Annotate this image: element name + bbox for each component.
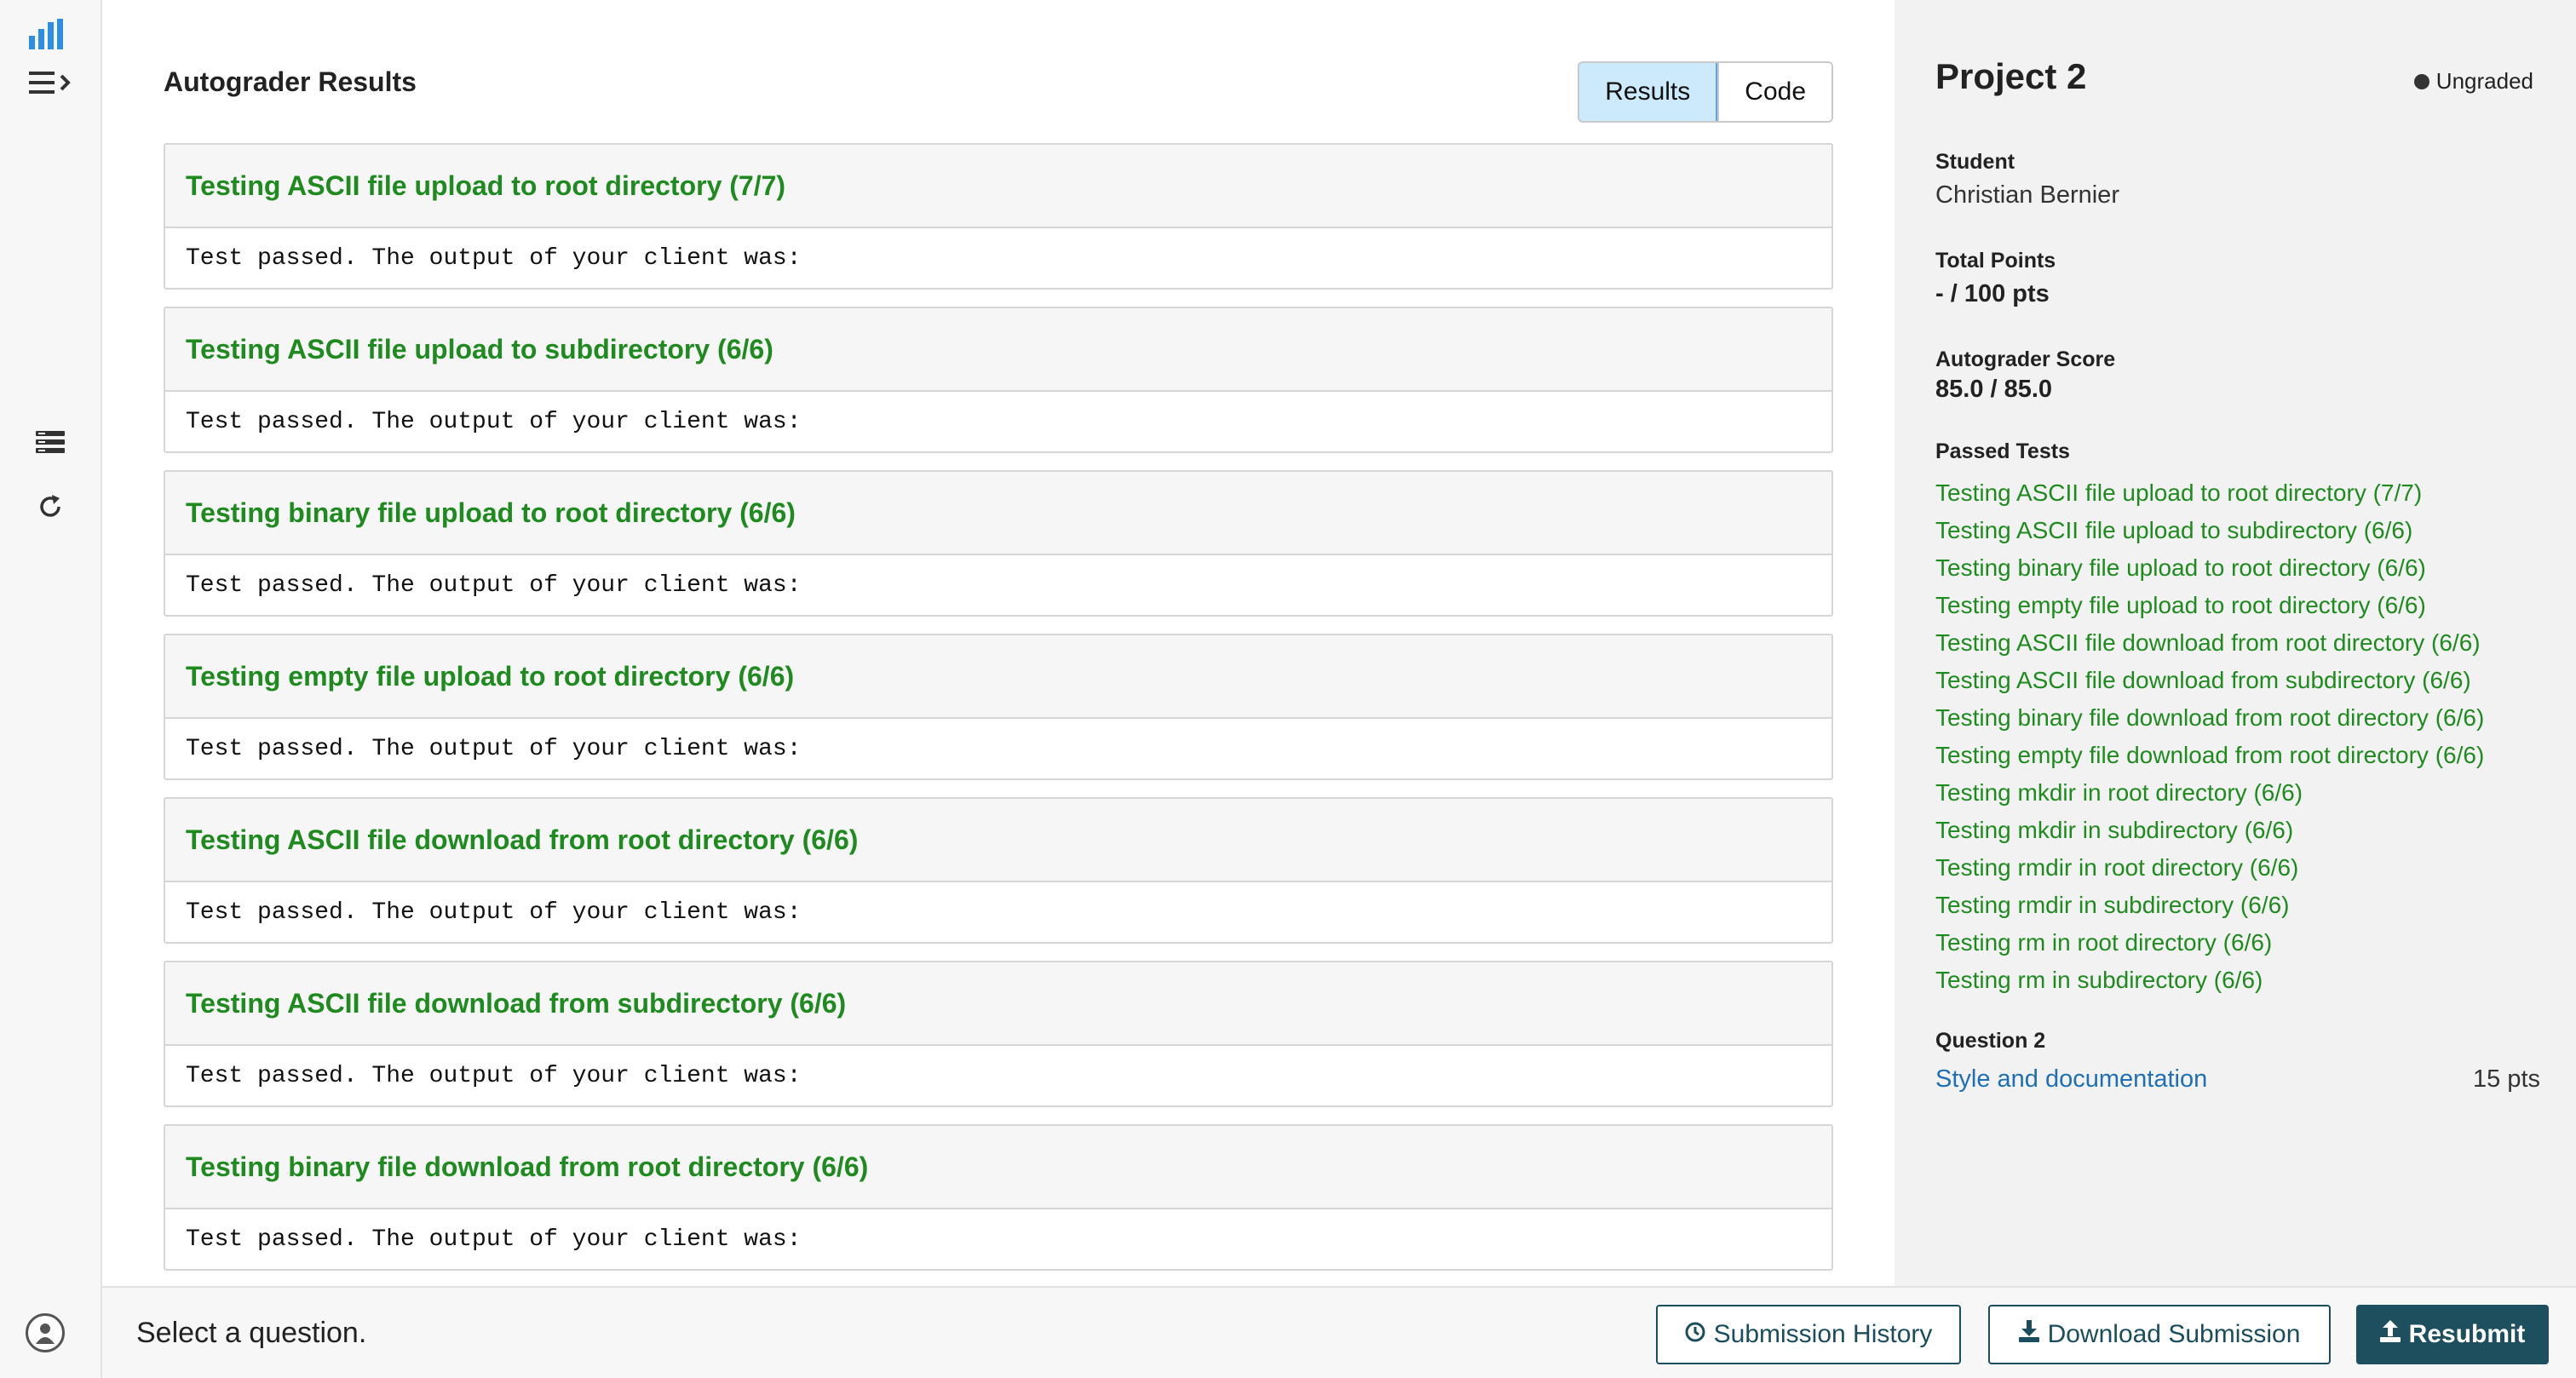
passed-test-link[interactable]: Testing mkdir in subdirectory (6/6) [1935, 812, 2540, 849]
test-output: Test passed. The output of your client w… [186, 735, 802, 762]
menu-expand-icon[interactable] [29, 70, 73, 100]
passed-test-link[interactable]: Testing ASCII file upload to root direct… [1935, 474, 2540, 512]
submission-history-button[interactable]: Submission History [1656, 1305, 1961, 1364]
passed-test-link[interactable]: Testing binary file download from root d… [1935, 699, 2540, 737]
passed-test-link[interactable]: Testing binary file upload to root direc… [1935, 549, 2540, 587]
passed-test-link[interactable]: Testing empty file download from root di… [1935, 737, 2540, 774]
test-output: Test passed. The output of your client w… [186, 571, 802, 599]
main-content: Autograder Results Results Code Testing … [102, 0, 1895, 1286]
passed-tests-list: Testing ASCII file upload to root direct… [1935, 474, 2540, 999]
test-card: Testing ASCII file download from root di… [164, 797, 1833, 944]
user-avatar-icon[interactable] [26, 1313, 65, 1352]
total-points-value: - / 100 pts [1935, 280, 2050, 307]
passed-tests-section: Passed Tests Testing ASCII file upload t… [1935, 439, 2540, 999]
test-card: Testing binary file download from root d… [164, 1124, 1833, 1271]
download-icon [2018, 1320, 2039, 1349]
autograder-score-label: Autograder Score [1935, 347, 2116, 371]
test-card: Testing empty file upload to root direct… [164, 634, 1833, 780]
tab-results[interactable]: Results [1579, 63, 1718, 121]
download-submission-button[interactable]: Download Submission [1988, 1305, 2331, 1364]
test-output: Test passed. The output of your client w… [186, 899, 802, 926]
outline-list-icon[interactable] [36, 429, 65, 459]
test-title[interactable]: Testing binary file download from root d… [165, 1126, 1831, 1209]
test-output: Test passed. The output of your client w… [186, 1226, 802, 1253]
autograder-score-value: 85.0 / 85.0 [1935, 376, 2053, 403]
test-card: Testing ASCII file upload to root direct… [164, 143, 1833, 290]
passed-test-link[interactable]: Testing rmdir in subdirectory (6/6) [1935, 887, 2540, 924]
test-title[interactable]: Testing ASCII file upload to subdirector… [165, 308, 1831, 392]
download-submission-label: Download Submission [2047, 1320, 2301, 1348]
autograder-score-section: Autograder Score 85.0 / 85.0 [1935, 347, 2540, 404]
passed-test-link[interactable]: Testing ASCII file download from subdire… [1935, 662, 2540, 699]
test-title[interactable]: Testing ASCII file download from subdire… [165, 962, 1831, 1046]
test-output: Test passed. The output of your client w… [186, 1062, 802, 1089]
passed-test-link[interactable]: Testing rmdir in root directory (6/6) [1935, 849, 2540, 887]
upload-icon [2379, 1320, 2401, 1349]
submission-history-label: Submission History [1713, 1320, 1933, 1348]
assignment-title: Project 2 [1935, 56, 2087, 96]
passed-test-link[interactable]: Testing mkdir in root directory (6/6) [1935, 774, 2540, 812]
passed-tests-label: Passed Tests [1935, 439, 2070, 463]
question-hint: Select a question. [136, 1317, 367, 1349]
passed-test-link[interactable]: Testing empty file upload to root direct… [1935, 587, 2540, 624]
passed-test-link[interactable]: Testing ASCII file upload to subdirector… [1935, 512, 2540, 549]
total-points-section: Total Points - / 100 pts [1935, 249, 2540, 308]
refresh-icon[interactable] [37, 494, 63, 524]
left-rail [0, 0, 102, 1378]
question-label: Question 2 [1935, 1029, 2046, 1053]
bar-chart-icon[interactable] [29, 19, 65, 54]
page-title: Autograder Results [164, 66, 417, 97]
question-points: 15 pts [2473, 1065, 2540, 1093]
test-title[interactable]: Testing empty file upload to root direct… [165, 635, 1831, 719]
question-row: Style and documentation 15 pts [1935, 1065, 2540, 1094]
bottom-action-bar: Select a question. Submission History Do… [102, 1286, 2576, 1378]
passed-test-link[interactable]: Testing ASCII file download from root di… [1935, 624, 2540, 662]
submission-sidebar: Project 2 Ungraded Student Christian Ber… [1895, 0, 2576, 1286]
test-card: Testing ASCII file download from subdire… [164, 961, 1833, 1107]
question-section: Question 2 Style and documentation 15 pt… [1935, 1029, 2540, 1094]
student-section: Student Christian Bernier [1935, 150, 2540, 210]
clock-icon [1685, 1320, 1705, 1349]
test-card: Testing ASCII file upload to subdirector… [164, 307, 1833, 453]
test-title[interactable]: Testing ASCII file upload to root direct… [165, 145, 1831, 228]
status-badge: Ungraded [2413, 68, 2533, 95]
passed-test-link[interactable]: Testing rm in subdirectory (6/6) [1935, 962, 2540, 999]
test-output: Test passed. The output of your client w… [186, 408, 802, 435]
status-dot-icon [2413, 73, 2429, 89]
test-output: Test passed. The output of your client w… [186, 244, 802, 272]
student-name: Christian Bernier [1935, 181, 2119, 209]
total-points-label: Total Points [1935, 249, 2056, 273]
results-header: Autograder Results Results Code [164, 61, 1833, 126]
resubmit-button[interactable]: Resubmit [2356, 1305, 2549, 1364]
tab-code[interactable]: Code [1717, 63, 1831, 121]
test-title[interactable]: Testing binary file upload to root direc… [165, 472, 1831, 555]
status-text: Ungraded [2435, 68, 2533, 94]
test-title[interactable]: Testing ASCII file download from root di… [165, 799, 1831, 882]
view-toggle: Results Code [1578, 61, 1833, 123]
question-link[interactable]: Style and documentation [1935, 1065, 2207, 1094]
passed-test-link[interactable]: Testing rm in root directory (6/6) [1935, 924, 2540, 962]
resubmit-label: Resubmit [2408, 1320, 2526, 1348]
test-results-list: Testing ASCII file upload to root direct… [164, 143, 1833, 1286]
test-card: Testing binary file upload to root direc… [164, 470, 1833, 617]
student-label: Student [1935, 150, 2015, 174]
